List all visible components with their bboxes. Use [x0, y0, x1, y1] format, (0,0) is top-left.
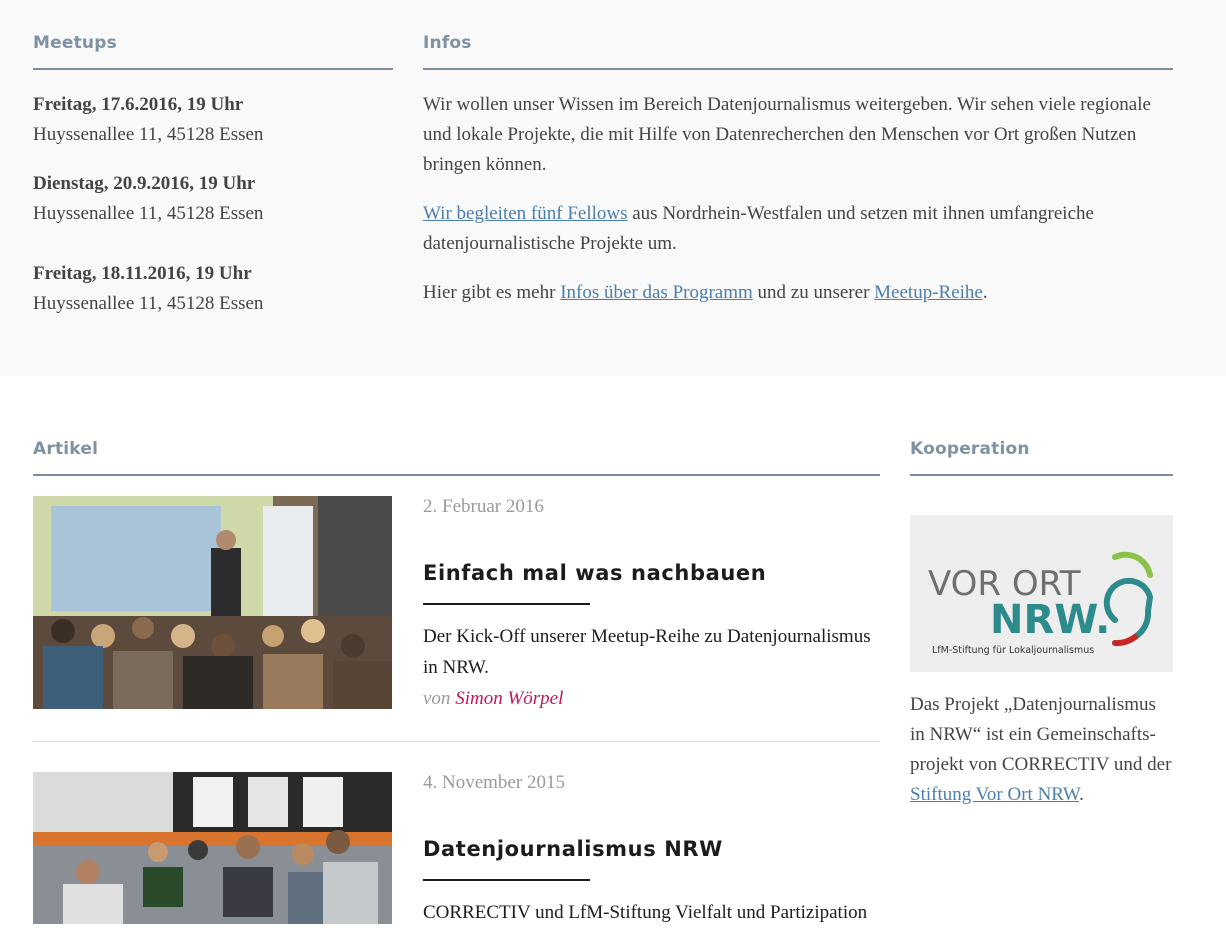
meetup-item: Freitag, 17.6.2016, 19 Uhr Huyssenallee …: [33, 90, 263, 150]
article-title[interactable]: Datenjournalismus NRW: [423, 837, 723, 861]
kooperation-text: Das Projekt „Datenjournalismus in NRW“ i…: [910, 690, 1173, 810]
logo-sub: LfM-Stiftung für Lokaljournalismus: [932, 645, 1094, 656]
logo-line2: NRW.: [990, 597, 1110, 643]
infos-text: Wir wollen unser Wissen im Bereich Daten…: [423, 90, 1173, 327]
article-date: 4. November 2015: [423, 772, 565, 793]
infos-text-span: .: [982, 282, 988, 303]
program-info-link[interactable]: Infos über das Programm: [560, 282, 753, 303]
title-underline: [423, 879, 590, 881]
infos-text-span: und zu unserer: [752, 282, 875, 303]
infos-paragraph: Hier gibt es mehr Infos über das Program…: [423, 278, 1173, 308]
meetup-address: Huyssenallee 11, 45128 Essen: [33, 124, 264, 145]
meetup-date: Freitag, 18.11.2016, 19 Uhr: [33, 263, 252, 284]
kooperation-heading: Kooperation: [910, 439, 1030, 459]
author-link[interactable]: Simon Wörpel: [455, 688, 563, 709]
infos-rule: [423, 68, 1173, 70]
article-title[interactable]: Einfach mal was nachbauen: [423, 561, 766, 585]
meetup-item: Freitag, 18.11.2016, 19 Uhr Huyssenallee…: [33, 259, 263, 319]
article-image[interactable]: [33, 772, 392, 924]
infos-paragraph: Wir begleiten fünf Fellows aus Nordrhein…: [423, 199, 1173, 259]
article-image[interactable]: [33, 496, 392, 709]
article-date: 2. Februar 2016: [423, 496, 544, 517]
kooperation-text-span: .: [1079, 784, 1084, 805]
meetup-item: Dienstag, 20.9.2016, 19 Uhr Huyssenallee…: [33, 169, 263, 229]
artikel-rule: [33, 474, 880, 476]
article-author: von Simon Wörpel: [423, 688, 563, 710]
meetup-address: Huyssenallee 11, 45128 Essen: [33, 203, 264, 224]
author-prefix: von: [423, 688, 451, 709]
meetups-heading: Meetups: [33, 33, 117, 53]
infos-paragraph: Wir wollen unser Wissen im Bereich Daten…: [423, 94, 1151, 175]
meetup-series-link[interactable]: Meetup-Reihe: [874, 282, 983, 303]
infos-text-span: Hier gibt es mehr: [423, 282, 561, 303]
kooperation-text-span: Das Projekt „Datenjournalismus in NRW“ i…: [910, 694, 1172, 775]
meetups-rule: [33, 68, 393, 70]
article-teaser: CORRECTIV und LfM-Stiftung Vielfalt und …: [423, 902, 868, 923]
stiftung-link[interactable]: Stiftung Vor Ort NRW: [910, 784, 1079, 805]
vor-ort-nrw-logo[interactable]: VOR ORT NRW. LfM-Stiftung für Lokaljourn…: [910, 515, 1173, 672]
title-underline: [423, 603, 590, 605]
meetup-address: Huyssenallee 11, 45128 Essen: [33, 293, 264, 314]
article-divider: [33, 741, 880, 742]
kooperation-rule: [910, 474, 1173, 476]
article-teaser: Der Kick-Off unserer Meetup-Reihe zu Dat…: [423, 626, 871, 678]
infos-heading: Infos: [423, 33, 472, 53]
meetup-date: Dienstag, 20.9.2016, 19 Uhr: [33, 173, 256, 194]
fellows-link[interactable]: Wir begleiten fünf Fellows: [423, 203, 628, 224]
meetup-date: Freitag, 17.6.2016, 19 Uhr: [33, 94, 244, 115]
artikel-heading: Artikel: [33, 439, 99, 459]
